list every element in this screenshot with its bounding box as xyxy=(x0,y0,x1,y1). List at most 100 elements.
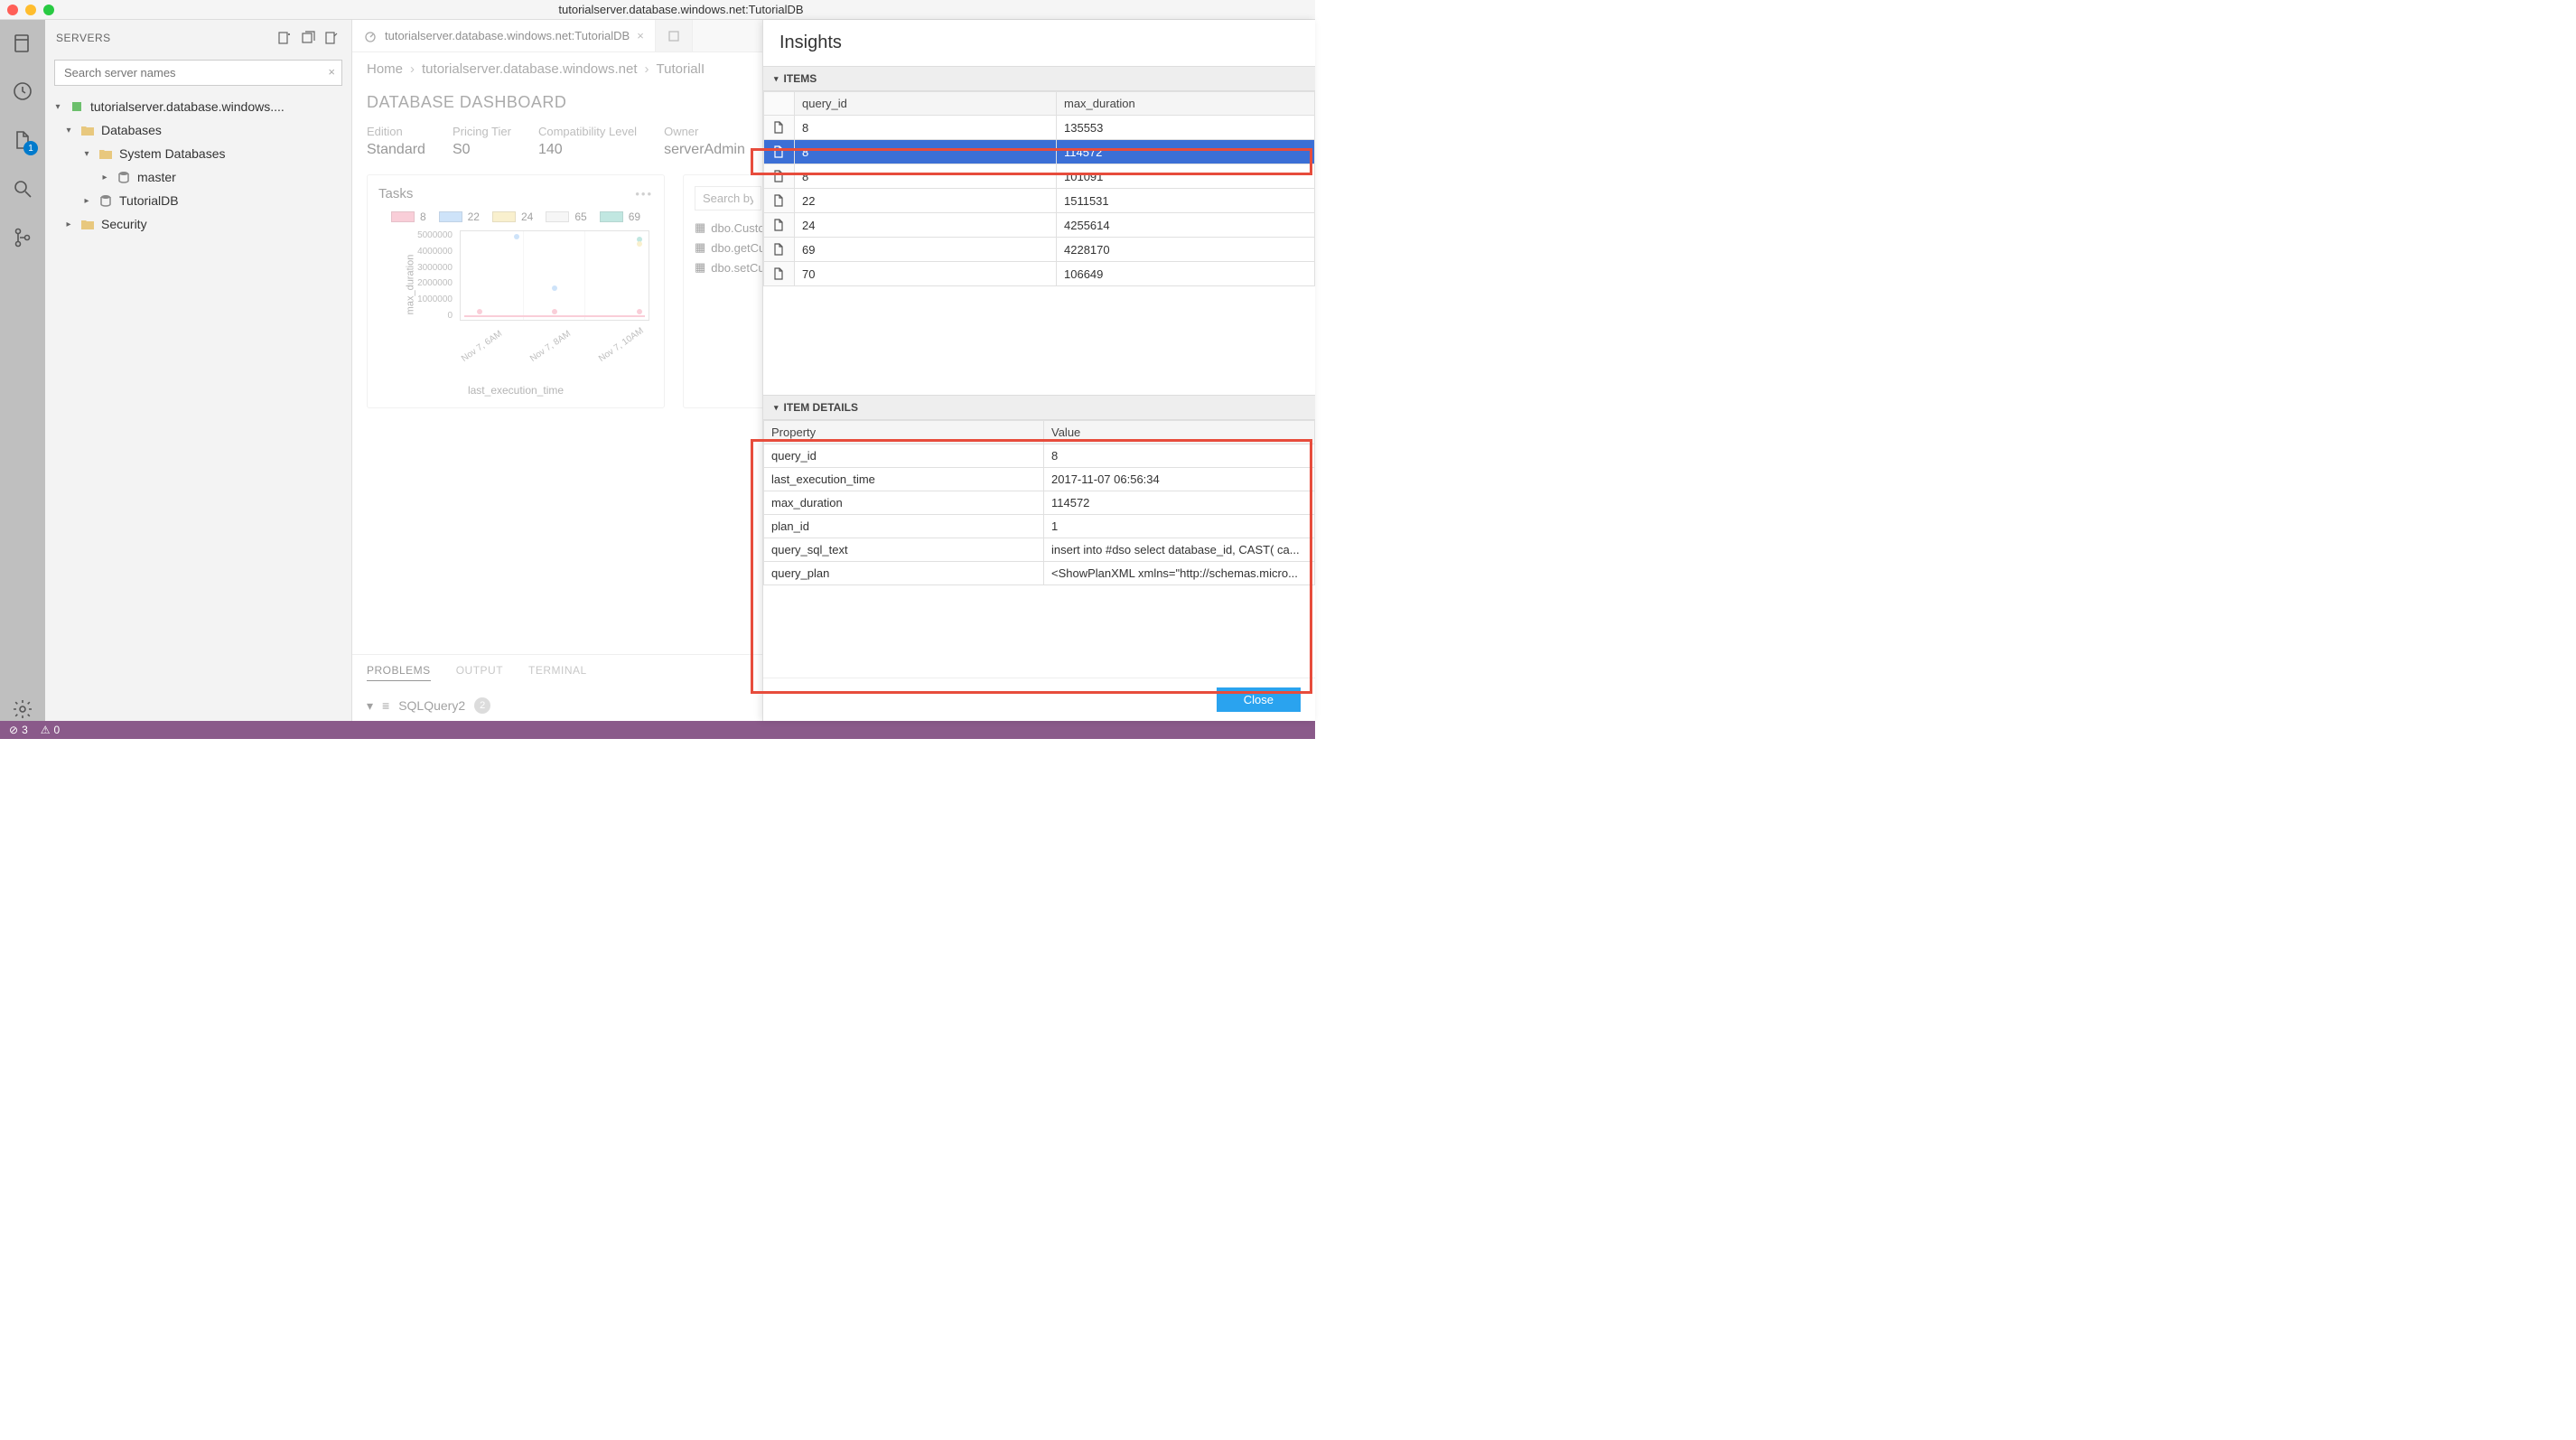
tree-server-node[interactable]: ▾ tutorialserver.database.windows.... xyxy=(45,95,351,118)
legend-label: 22 xyxy=(468,210,480,223)
legend-item: 69 xyxy=(600,210,640,223)
table-icon: ▦ xyxy=(695,220,705,235)
cell-value: insert into #dso select database_id, CAS… xyxy=(1044,538,1315,562)
list-item[interactable]: ▦ dbo.setCu xyxy=(695,257,761,277)
zoom-window-button[interactable] xyxy=(43,5,54,15)
details-grid: Property Value query_id8last_execution_t… xyxy=(763,420,1315,585)
chevron-down-icon: ▾ xyxy=(52,102,63,112)
servers-activity-icon[interactable] xyxy=(11,31,34,54)
new-server-group-icon[interactable] xyxy=(299,29,317,47)
server-tree: ▾ tutorialserver.database.windows.... ▾ … xyxy=(45,89,351,241)
items-grid-wrap: query_id max_duration 813555381145728101… xyxy=(763,91,1315,286)
error-icon: ⊘ xyxy=(9,724,18,736)
settings-gear-icon[interactable] xyxy=(11,697,34,721)
table-row[interactable]: plan_id1 xyxy=(764,515,1315,538)
new-connection-icon[interactable] xyxy=(275,29,294,47)
meta-label: Owner xyxy=(664,125,745,138)
list-item-label: dbo.getCu xyxy=(711,241,765,255)
section-label: ITEMS xyxy=(784,72,817,85)
search-activity-icon[interactable] xyxy=(11,177,34,201)
problems-file[interactable]: SQLQuery2 xyxy=(398,698,465,713)
column-header-property[interactable]: Property xyxy=(764,421,1044,444)
list-item-label: dbo.setCu xyxy=(711,261,764,275)
legend-label: 65 xyxy=(574,210,586,223)
close-window-button[interactable] xyxy=(7,5,18,15)
legend-item: 8 xyxy=(391,210,426,223)
server-search-input[interactable] xyxy=(54,60,342,86)
insights-title: Insights xyxy=(763,20,1315,66)
tree-system-databases-node[interactable]: ▾ System Databases xyxy=(45,142,351,165)
table-row[interactable]: 244255614 xyxy=(764,213,1315,238)
server-search-box[interactable]: × xyxy=(54,60,342,86)
tab-terminal[interactable]: TERMINAL xyxy=(528,664,587,681)
table-row[interactable]: 221511531 xyxy=(764,189,1315,213)
table-row[interactable]: last_execution_time2017-11-07 06:56:34 xyxy=(764,468,1315,491)
list-item[interactable]: ▦dbo.getCu xyxy=(695,238,761,257)
history-activity-icon[interactable] xyxy=(11,79,34,103)
breadcrumb-home[interactable]: Home xyxy=(367,61,403,77)
card-title: Tasks xyxy=(378,186,413,201)
dashboard-icon xyxy=(363,29,378,43)
icon-column-header xyxy=(764,92,795,116)
table-row[interactable]: max_duration114572 xyxy=(764,491,1315,515)
cell-value: 2017-11-07 06:56:34 xyxy=(1044,468,1315,491)
tree-security-node[interactable]: ▸ Security xyxy=(45,212,351,236)
column-header-value[interactable]: Value xyxy=(1044,421,1315,444)
table-row[interactable]: query_id8 xyxy=(764,444,1315,468)
tree-tutorialdb-node[interactable]: ▸ TutorialDB xyxy=(45,189,351,212)
cell-query-id: 8 xyxy=(795,164,1057,189)
column-header-query-id[interactable]: query_id xyxy=(795,92,1057,116)
table-icon: ▦ xyxy=(695,260,705,275)
source-control-activity-icon[interactable] xyxy=(11,226,34,249)
row-icon xyxy=(764,213,795,238)
breadcrumb-server[interactable]: tutorialserver.database.windows.net xyxy=(422,61,637,77)
objects-card: ▦dbo.Custo ▦dbo.getCu ▦dbo.setCu xyxy=(683,174,773,408)
clear-search-icon[interactable]: × xyxy=(328,65,335,79)
settings-icon xyxy=(667,29,681,43)
table-row[interactable]: query_sql_textinsert into #dso select da… xyxy=(764,538,1315,562)
table-row[interactable]: 8101091 xyxy=(764,164,1315,189)
status-errors[interactable]: ⊘ 3 xyxy=(9,724,28,736)
cell-max-duration: 114572 xyxy=(1057,140,1315,164)
table-row[interactable]: 8114572 xyxy=(764,140,1315,164)
explorer-activity-icon[interactable]: 1 xyxy=(11,128,34,152)
row-icon xyxy=(764,140,795,164)
items-section-header[interactable]: ▾ ITEMS xyxy=(763,66,1315,91)
tree-databases-node[interactable]: ▾ Databases xyxy=(45,118,351,142)
tree-label: tutorialserver.database.windows.... xyxy=(90,99,285,114)
cell-max-duration: 135553 xyxy=(1057,116,1315,140)
status-warning-count: 0 xyxy=(54,724,61,736)
breadcrumb-db[interactable]: TutorialI xyxy=(657,61,705,77)
tab-output[interactable]: OUTPUT xyxy=(456,664,503,681)
file-icon: ≡ xyxy=(382,698,389,713)
table-row[interactable]: 8135553 xyxy=(764,116,1315,140)
cell-property: last_execution_time xyxy=(764,468,1044,491)
tab-secondary[interactable] xyxy=(656,20,693,51)
chevron-down-icon[interactable]: ▾ xyxy=(367,698,373,714)
tree-master-node[interactable]: ▸ master xyxy=(45,165,351,189)
object-search-input[interactable] xyxy=(695,186,761,210)
column-header-max-duration[interactable]: max_duration xyxy=(1057,92,1315,116)
chevron-down-icon: ▾ xyxy=(63,126,74,136)
status-warnings[interactable]: ⚠ 0 xyxy=(41,724,60,736)
close-button[interactable]: Close xyxy=(1217,687,1301,712)
legend-label: 69 xyxy=(629,210,640,223)
details-section-header[interactable]: ▾ ITEM DETAILS xyxy=(763,395,1315,420)
minimize-window-button[interactable] xyxy=(25,5,36,15)
table-row[interactable]: query_plan<ShowPlanXML xmlns="http://sch… xyxy=(764,562,1315,585)
table-row[interactable]: 70106649 xyxy=(764,262,1315,286)
card-menu-icon[interactable]: ••• xyxy=(635,187,653,201)
cell-max-duration: 106649 xyxy=(1057,262,1315,286)
tab-dashboard[interactable]: tutorialserver.database.windows.net:Tuto… xyxy=(352,20,656,51)
new-query-icon[interactable] xyxy=(322,29,341,47)
cell-property: max_duration xyxy=(764,491,1044,515)
ytick: 5000000 xyxy=(402,230,453,240)
tab-problems[interactable]: PROBLEMS xyxy=(367,664,431,681)
tab-close-icon[interactable]: × xyxy=(637,29,644,42)
list-item[interactable]: ▦dbo.Custo xyxy=(695,218,761,238)
row-icon xyxy=(764,164,795,189)
window-controls xyxy=(7,5,54,15)
tree-label: master xyxy=(137,170,176,184)
chevron-right-icon: › xyxy=(410,61,415,77)
table-row[interactable]: 694228170 xyxy=(764,238,1315,262)
